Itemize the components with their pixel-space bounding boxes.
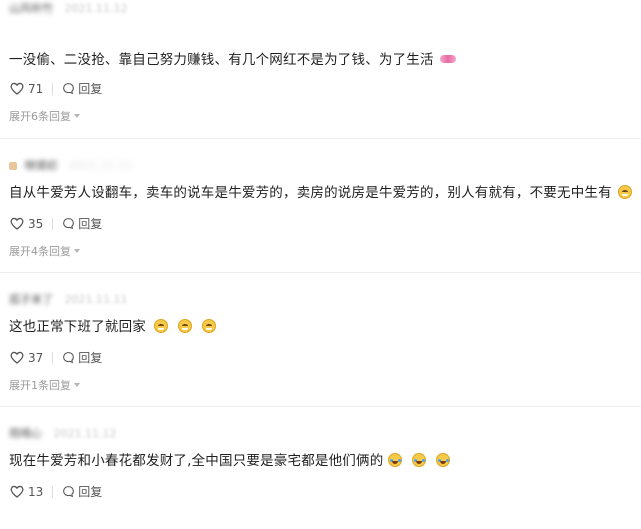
reply-label: 回复: [78, 485, 103, 499]
chevron-down-icon: [74, 114, 80, 118]
expand-replies-label: 展开4条回复: [9, 245, 71, 258]
heart-outline-icon: [10, 217, 24, 230]
like-count: 71: [28, 81, 44, 96]
grin-emoji-icon: [202, 319, 216, 333]
like-button[interactable]: 35: [10, 217, 43, 231]
divider: [52, 82, 54, 95]
comment-item: 山风听竹 2021.11.12 一没偷、二没抢、靠自己努力赚钱、有几个网红不是为…: [0, 2, 641, 139]
username[interactable]: 雨晴心: [9, 427, 42, 440]
divider: [52, 351, 54, 364]
expand-replies-link[interactable]: 展开6条回复: [9, 108, 80, 124]
like-button[interactable]: 71: [10, 82, 43, 96]
reply-bubble-icon: [63, 218, 75, 230]
laugh-emoji-icon: [436, 453, 451, 467]
like-button[interactable]: 37: [10, 351, 43, 365]
heart-outline-icon: [10, 485, 24, 498]
username[interactable]: 孤子来了: [9, 293, 53, 306]
expand-replies-link[interactable]: 展开1条回复: [9, 377, 80, 393]
comment-text: 一没偷、二没抢、靠自己努力赚钱、有几个网红不是为了钱、为了生活: [9, 48, 456, 68]
comment-header: 晓镜初 2021.11.11: [9, 157, 132, 173]
comment-item: 雨晴心 2021.11.12 现在牛爱芳和小春花都发财了,全中国只要是豪宅都是他…: [0, 407, 641, 527]
laugh-emoji-icon: [412, 453, 427, 467]
comment-item: 晓镜初 2021.11.11 自从牛爱芳人设翻车，卖车的说车是牛爱芳的，卖房的说…: [0, 139, 641, 273]
comment-text-content: 一没偷、二没抢、靠自己努力赚钱、有几个网红不是为了钱、为了生活: [9, 52, 434, 68]
divider: [52, 217, 54, 230]
like-count: 35: [28, 216, 44, 231]
reply-label: 回复: [78, 217, 103, 231]
reply-bubble-icon: [63, 352, 75, 364]
chevron-down-icon: [74, 383, 80, 387]
avatar-badge-icon: [9, 162, 17, 170]
comment-text: 现在牛爱芳和小春花都发财了,全中国只要是豪宅都是他们俩的: [9, 449, 451, 469]
reply-button[interactable]: 回复: [62, 349, 102, 366]
comment-text: 这也正常下班了就回家: [9, 315, 216, 335]
expand-replies-link[interactable]: 展开4条回复: [9, 243, 80, 259]
laugh-emoji-icon: [388, 453, 403, 467]
comment-actions: 37 回复: [10, 349, 102, 366]
reply-bubble-icon: [63, 83, 75, 95]
username[interactable]: 晓镜初: [25, 159, 58, 172]
reply-bubble-icon: [63, 486, 75, 498]
comment-date: 2021.11.12: [64, 2, 128, 15]
divider: [52, 485, 54, 498]
hearts-emoji-icon: [439, 55, 456, 63]
comment-date: 2021.11.12: [53, 427, 117, 440]
heart-outline-icon: [10, 82, 24, 95]
comment-text: 自从牛爱芳人设翻车，卖车的说车是牛爱芳的，卖房的说房是牛爱芳的，别人有就有，不要…: [9, 181, 632, 201]
chevron-down-icon: [74, 249, 80, 253]
reply-label: 回复: [78, 82, 103, 96]
comment-actions: 71 回复: [10, 80, 102, 97]
comment-actions: 35 回复: [10, 215, 102, 232]
grin-emoji-icon: [178, 319, 192, 333]
like-button[interactable]: 13: [10, 485, 43, 499]
heart-outline-icon: [10, 351, 24, 364]
reply-label: 回复: [78, 351, 103, 365]
comment-item: 孤子来了 2021.11.11 这也正常下班了就回家 37 回复 展开1条回复: [0, 273, 641, 407]
comment-list: 山风听竹 2021.11.12 一没偷、二没抢、靠自己努力赚钱、有几个网红不是为…: [0, 2, 641, 527]
reply-button[interactable]: 回复: [62, 215, 102, 232]
comment-header: 孤子来了 2021.11.11: [9, 291, 127, 307]
comment-text-content: 现在牛爱芳和小春花都发财了,全中国只要是豪宅都是他们俩的: [9, 453, 384, 469]
grin-emoji-icon: [154, 319, 168, 333]
comment-date: 2021.11.11: [69, 159, 132, 172]
comment-date: 2021.11.11: [64, 293, 128, 306]
reply-button[interactable]: 回复: [62, 483, 102, 500]
expand-replies-label: 展开6条回复: [9, 110, 71, 123]
like-count: 37: [28, 350, 44, 365]
reply-button[interactable]: 回复: [62, 80, 102, 97]
like-count: 13: [28, 484, 44, 499]
expand-replies-label: 展开1条回复: [9, 379, 71, 392]
comment-header: 山风听竹 2021.11.12: [9, 0, 127, 16]
comment-header: 雨晴心 2021.11.12: [9, 425, 116, 441]
grin-emoji-icon: [617, 185, 632, 199]
username[interactable]: 山风听竹: [9, 2, 53, 15]
comment-text-content: 自从牛爱芳人设翻车，卖车的说车是牛爱芳的，卖房的说房是牛爱芳的，别人有就有，不要…: [9, 185, 612, 201]
comment-actions: 13 回复: [10, 483, 102, 500]
comment-text-content: 这也正常下班了就回家: [9, 319, 146, 335]
